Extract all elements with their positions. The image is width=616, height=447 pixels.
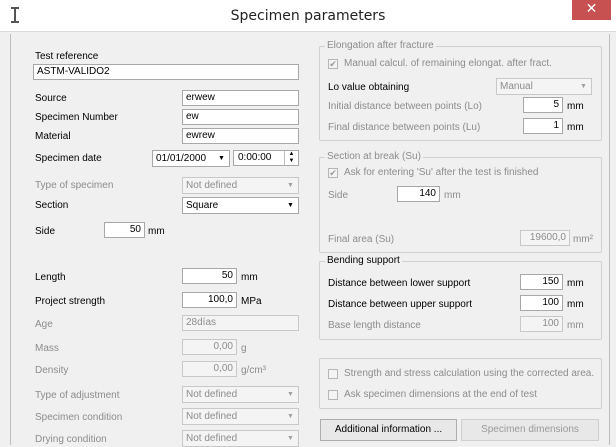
specimen-date-label: Specimen date: [35, 153, 102, 164]
project-strength-label: Project strength: [35, 296, 106, 307]
upper-support-unit: mm: [567, 299, 584, 310]
chevron-down-icon: ▼: [287, 413, 294, 420]
length-unit: mm: [241, 272, 258, 283]
base-length-label: Base length distance: [328, 320, 421, 331]
final-distance-input[interactable]: 1: [523, 118, 563, 134]
final-distance-unit: mm: [567, 122, 584, 133]
test-reference-input[interactable]: ASTM-VALIDO2: [33, 64, 299, 80]
material-input[interactable]: ewrew: [182, 128, 299, 144]
test-reference-label: Test reference: [35, 51, 99, 62]
specimen-number-label: Specimen Number: [35, 112, 118, 123]
specimen-dimensions-button: Specimen dimensions: [461, 419, 599, 441]
type-of-adjustment-label: Type of adjustment: [35, 390, 120, 401]
specimen-number-input[interactable]: ew: [182, 109, 299, 125]
chevron-down-icon: ▼: [287, 391, 294, 398]
base-length-unit: mm: [567, 320, 584, 331]
drying-condition-label: Drying condition: [35, 434, 107, 445]
age-input: 28días: [182, 315, 299, 331]
section-label: Section: [35, 200, 69, 211]
section-break-legend: Section at break (Su): [325, 151, 423, 162]
initial-distance-label: Initial distance between points (Lo): [328, 101, 482, 112]
elongation-legend: Elongation after fracture: [325, 40, 436, 51]
lo-obtaining-select: Manual ▼: [496, 78, 592, 95]
section-select[interactable]: Square ▼: [182, 197, 299, 214]
chevron-down-icon: ▼: [287, 182, 294, 189]
lo-obtaining-value: Manual: [500, 81, 533, 92]
chevron-down-icon: ▼: [218, 155, 225, 162]
side-unit: mm: [148, 226, 165, 237]
mass-input: 0,00: [182, 339, 237, 355]
initial-distance-input[interactable]: 5: [523, 97, 563, 113]
type-of-adjustment-value: Not defined: [186, 389, 238, 400]
window-title: Specimen parameters: [230, 8, 386, 24]
strength-corrected-label: Strength and stress calculation using th…: [344, 368, 595, 379]
source-label: Source: [35, 93, 67, 104]
manual-calc-label: Manual calcul. of remaining elongat. aft…: [344, 58, 552, 69]
base-length-input: 100: [520, 316, 563, 332]
type-of-specimen-label: Type of specimen: [35, 180, 114, 191]
options-group: [319, 358, 602, 409]
specimen-time-value: 0:00:00: [238, 152, 272, 163]
specimen-date-picker[interactable]: 01/01/2000 ▼: [152, 150, 230, 167]
ask-dimensions-checkbox: [328, 390, 338, 400]
specimen-condition-value: Not defined: [186, 411, 238, 422]
type-of-adjustment-select: Not defined ▼: [182, 386, 299, 403]
type-of-specimen-select: Not defined ▼: [182, 177, 299, 194]
length-label: Length: [35, 272, 66, 283]
upper-support-label: Distance between upper support: [328, 299, 472, 310]
chevron-down-icon: ▼: [580, 83, 587, 90]
material-label: Material: [35, 131, 71, 142]
specimen-date-value: 01/01/2000: [156, 153, 207, 164]
side-input[interactable]: 50: [104, 222, 145, 238]
ask-su-checkbox: ✔: [328, 168, 338, 178]
additional-information-button[interactable]: Additional information ...: [320, 419, 457, 441]
project-strength-unit: MPa: [241, 296, 262, 307]
lower-support-input[interactable]: 150: [520, 274, 563, 290]
section-side-input[interactable]: 140: [397, 186, 440, 202]
final-area-input: 19600,0: [520, 230, 570, 246]
density-label: Density: [35, 365, 69, 376]
density-unit: g/cm³: [241, 365, 266, 376]
spin-arrows-icon[interactable]: ▲ ▼: [284, 151, 298, 165]
mass-label: Mass: [35, 343, 59, 354]
length-input[interactable]: 50: [182, 268, 237, 284]
close-icon: ✕: [585, 1, 598, 17]
chevron-down-icon: ▼: [287, 202, 294, 209]
lo-obtaining-label: Lo value obtaining: [328, 82, 410, 93]
type-of-specimen-value: Not defined: [186, 180, 238, 191]
source-input[interactable]: erwew: [182, 90, 299, 106]
project-strength-input[interactable]: 100,0: [182, 292, 237, 308]
density-input: 0,00: [182, 361, 237, 377]
lower-support-unit: mm: [567, 278, 584, 289]
upper-support-input[interactable]: 100: [520, 295, 563, 311]
chevron-down-icon: ▼: [287, 435, 294, 442]
initial-distance-unit: mm: [567, 101, 584, 112]
manual-calc-checkbox: ✔: [328, 59, 338, 69]
drying-condition-select: Not defined ▼: [182, 430, 299, 447]
age-label: Age: [35, 319, 53, 330]
ask-dimensions-label: Ask specimen dimensions at the end of te…: [344, 389, 537, 400]
final-distance-label: Final distance between points (Lu): [328, 122, 481, 133]
specimen-condition-label: Specimen condition: [35, 412, 123, 423]
final-area-unit: mm²: [573, 234, 593, 245]
mass-unit: g: [241, 343, 247, 354]
close-button[interactable]: ✕: [572, 0, 611, 20]
ask-su-label: Ask for entering 'Su' after the test is …: [344, 167, 539, 178]
bending-legend: Bending support: [325, 255, 402, 266]
specimen-condition-select: Not defined ▼: [182, 408, 299, 425]
side-label: Side: [35, 226, 56, 237]
drying-condition-value: Not defined: [186, 433, 238, 444]
section-side-label: Side: [328, 190, 349, 201]
lower-support-label: Distance between lower support: [328, 278, 471, 289]
final-area-label: Final area (Su): [328, 234, 395, 245]
strength-corrected-checkbox: [328, 369, 338, 379]
section-side-unit: mm: [444, 190, 461, 201]
section-value: Square: [186, 200, 219, 211]
